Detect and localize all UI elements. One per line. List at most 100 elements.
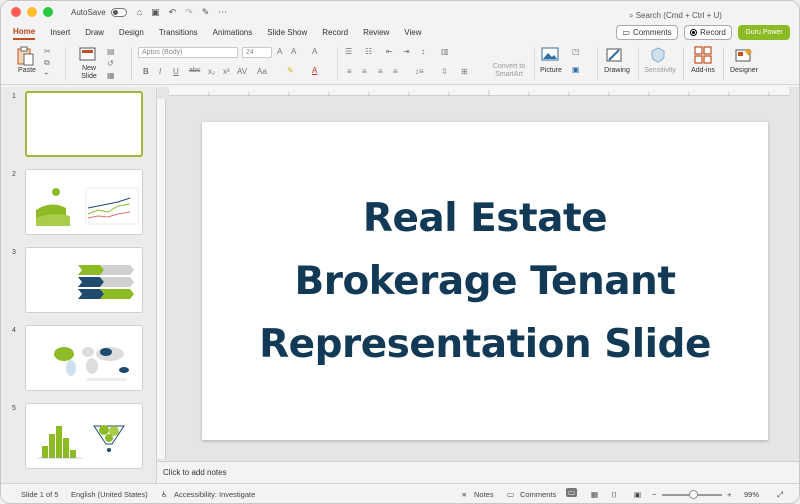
close-window-button[interactable] bbox=[11, 7, 21, 17]
columns-icon[interactable]: ▥ bbox=[441, 47, 449, 56]
strikethrough-button[interactable]: abc bbox=[189, 67, 200, 74]
autosave-control[interactable]: AutoSave bbox=[71, 7, 127, 17]
font-size-select[interactable]: 24 bbox=[242, 47, 272, 58]
underline-button[interactable]: U bbox=[173, 67, 179, 76]
line-spacing-icon[interactable]: ↕≡ bbox=[415, 67, 424, 76]
slide-thumbnail-4[interactable] bbox=[25, 325, 143, 391]
tab-design[interactable]: Design bbox=[119, 28, 144, 39]
align-left-icon[interactable]: ≡ bbox=[347, 67, 352, 76]
vertical-ruler bbox=[157, 99, 166, 459]
align-center-icon[interactable]: ≡ bbox=[362, 67, 367, 76]
comments-button[interactable]: ▭ Comments bbox=[616, 25, 678, 40]
tab-slide-show[interactable]: Slide Show bbox=[267, 28, 307, 39]
undo-icon[interactable]: ↶ bbox=[169, 7, 177, 18]
notes-toggle[interactable]: Notes bbox=[474, 490, 494, 499]
slide-number-5: 5 bbox=[12, 405, 16, 412]
redo-icon[interactable]: ↷ bbox=[185, 7, 193, 18]
thumbnail-3-graphic bbox=[78, 265, 134, 299]
zoom-slider-handle[interactable] bbox=[689, 490, 698, 499]
slide-sorter-icon[interactable]: ▦ bbox=[591, 490, 598, 499]
bullets-icon[interactable]: ☰ bbox=[345, 47, 352, 56]
subscript-icon[interactable]: x₂ bbox=[208, 67, 215, 76]
zoom-level[interactable]: 99% bbox=[744, 490, 759, 499]
slide-thumbnail-3[interactable] bbox=[25, 247, 143, 313]
minimize-window-button[interactable] bbox=[27, 7, 37, 17]
align-text-icon[interactable]: ⇳ bbox=[441, 67, 448, 76]
textbox-icon[interactable]: ▣ bbox=[572, 65, 580, 74]
font-name-select[interactable]: Aptos (Body) bbox=[138, 47, 238, 58]
reset-icon[interactable]: ↺ bbox=[107, 59, 114, 68]
slide-count: Slide 1 of 5 bbox=[21, 490, 59, 499]
clear-format-icon[interactable]: A bbox=[312, 47, 317, 56]
tab-insert[interactable]: Insert bbox=[50, 28, 70, 39]
notes-placeholder: Click to add notes bbox=[163, 468, 227, 477]
increase-indent-icon[interactable]: ⇥ bbox=[403, 47, 410, 56]
decrease-indent-icon[interactable]: ⇤ bbox=[386, 47, 393, 56]
convert-smartart-label[interactable]: Convert to SmartArt bbox=[487, 63, 531, 79]
font-color-icon[interactable]: A bbox=[312, 66, 317, 75]
tab-home[interactable]: Home bbox=[13, 27, 36, 40]
text-direction-icon[interactable]: ↕ bbox=[421, 47, 425, 56]
italic-button[interactable]: I bbox=[159, 67, 161, 76]
tab-animations[interactable]: Animations bbox=[213, 28, 253, 39]
picture-icon[interactable] bbox=[541, 47, 559, 61]
accessibility-status[interactable]: Accessibility: Investigate bbox=[174, 490, 255, 499]
slide-title-line-3: Representation Slide bbox=[259, 321, 711, 367]
tab-record[interactable]: Record bbox=[322, 28, 348, 39]
notes-icon: ≡ bbox=[462, 490, 467, 499]
format-painter-icon[interactable]: ⌁ bbox=[44, 69, 49, 78]
change-case-icon[interactable]: Aa bbox=[257, 67, 267, 76]
drawing-icon[interactable] bbox=[605, 46, 623, 64]
justify-icon[interactable]: ≡ bbox=[393, 67, 398, 76]
notes-pane[interactable]: Click to add notes bbox=[157, 461, 799, 483]
sensitivity-icon[interactable] bbox=[650, 46, 666, 64]
align-right-icon[interactable]: ≡ bbox=[378, 67, 383, 76]
normal-view-icon[interactable]: ▭ bbox=[566, 488, 578, 497]
superscript-icon[interactable]: x² bbox=[223, 67, 230, 76]
paste-icon[interactable] bbox=[15, 46, 35, 66]
current-slide-canvas[interactable]: Real Estate Brokerage Tenant Representat… bbox=[202, 122, 768, 440]
copy-icon[interactable]: ⧉ bbox=[44, 58, 50, 68]
slide-thumbnail-5[interactable] bbox=[25, 403, 143, 469]
shapes-icon[interactable]: ◳ bbox=[572, 47, 580, 56]
slide-title[interactable]: Real Estate Brokerage Tenant Representat… bbox=[259, 187, 711, 376]
zoom-out-icon[interactable]: − bbox=[652, 490, 656, 499]
autosave-toggle[interactable] bbox=[110, 7, 127, 17]
tab-review[interactable]: Review bbox=[363, 28, 389, 39]
slide-thumbnail-pane: 1 2 3 4 5 bbox=[1, 87, 156, 483]
thumbnail-5-graphic bbox=[38, 425, 125, 459]
bold-button[interactable]: B bbox=[143, 67, 149, 76]
guru-power-label: Guru Power bbox=[745, 29, 783, 36]
more-icon[interactable]: ⋯ bbox=[218, 7, 227, 18]
tab-view[interactable]: View bbox=[404, 28, 421, 39]
designer-icon[interactable] bbox=[734, 46, 754, 64]
search-box[interactable]: ⌕ Search (Cmd + Ctrl + U) bbox=[629, 11, 722, 21]
new-slide-icon[interactable] bbox=[79, 46, 97, 64]
char-spacing-icon[interactable]: AV bbox=[237, 67, 247, 76]
zoom-window-button[interactable] bbox=[43, 7, 53, 17]
highlight-icon[interactable]: ✎ bbox=[287, 66, 294, 75]
reading-view-icon[interactable]: ⌷ bbox=[612, 490, 617, 500]
tab-draw[interactable]: Draw bbox=[85, 28, 104, 39]
slide-thumbnail-1[interactable] bbox=[25, 91, 143, 157]
fit-to-window-icon[interactable]: ⤢ bbox=[777, 490, 783, 500]
section-icon[interactable]: ▦ bbox=[107, 71, 115, 80]
home-icon[interactable]: ⌂ bbox=[137, 7, 142, 18]
decrease-font-icon[interactable]: A bbox=[291, 47, 296, 56]
increase-font-icon[interactable]: A bbox=[277, 47, 282, 56]
language-indicator[interactable]: English (United States) bbox=[71, 490, 148, 499]
tab-transitions[interactable]: Transitions bbox=[159, 28, 198, 39]
comments-toggle[interactable]: Comments bbox=[520, 490, 556, 499]
cut-icon[interactable]: ✂ bbox=[44, 47, 51, 56]
slideshow-icon[interactable]: ▣ bbox=[634, 490, 641, 499]
layout-icon[interactable]: ▤ bbox=[107, 47, 115, 56]
addins-icon[interactable] bbox=[694, 46, 712, 64]
numbering-icon[interactable]: ☷ bbox=[365, 47, 372, 56]
smartart-icon[interactable]: ⊞ bbox=[461, 67, 468, 76]
zoom-in-icon[interactable]: + bbox=[727, 490, 731, 499]
record-button[interactable]: Record bbox=[684, 25, 732, 40]
guru-power-button[interactable]: Guru Power bbox=[738, 25, 790, 40]
slide-thumbnail-2[interactable] bbox=[25, 169, 143, 235]
edit-icon[interactable]: ✎ bbox=[202, 7, 210, 18]
save-icon[interactable]: ▣ bbox=[151, 7, 160, 18]
